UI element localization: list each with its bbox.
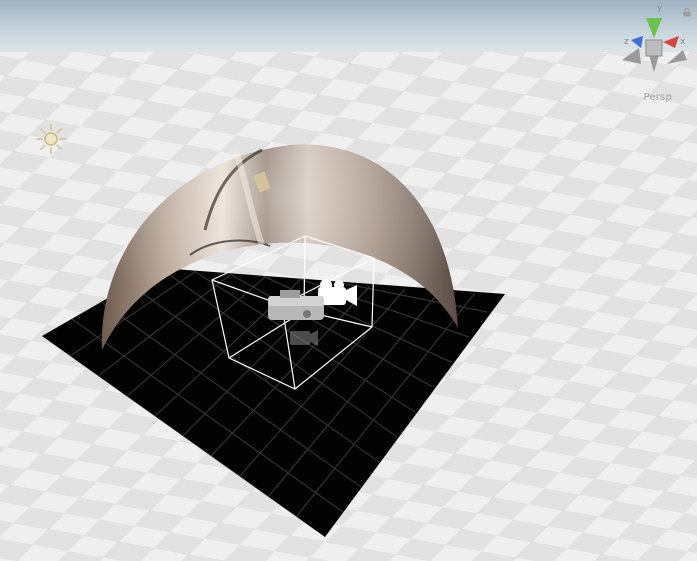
camera-icon-shadow (290, 330, 318, 346)
gizmo-y-axis-cone[interactable] (646, 18, 662, 38)
projection-label[interactable]: Persp (644, 92, 673, 103)
gizmo-x-axis-cone[interactable] (663, 36, 679, 48)
gizmo-neg-y-cone[interactable] (649, 55, 659, 72)
scene-viewport[interactable]: y x z Persp (0, 0, 697, 561)
svg-text:y: y (657, 3, 663, 13)
scene-canvas[interactable] (0, 0, 697, 561)
svg-text:x: x (680, 37, 686, 47)
lock-icon[interactable] (683, 8, 691, 17)
gizmo-z-axis-cone[interactable] (631, 36, 643, 48)
gizmo-neg-z-cone[interactable] (667, 50, 687, 64)
svg-text:z: z (624, 37, 629, 47)
gizmo-neg-x-cone[interactable] (622, 48, 641, 64)
gizmo-center-cube[interactable] (645, 39, 663, 57)
skybox (0, 0, 697, 60)
sun-icon[interactable] (36, 124, 66, 154)
